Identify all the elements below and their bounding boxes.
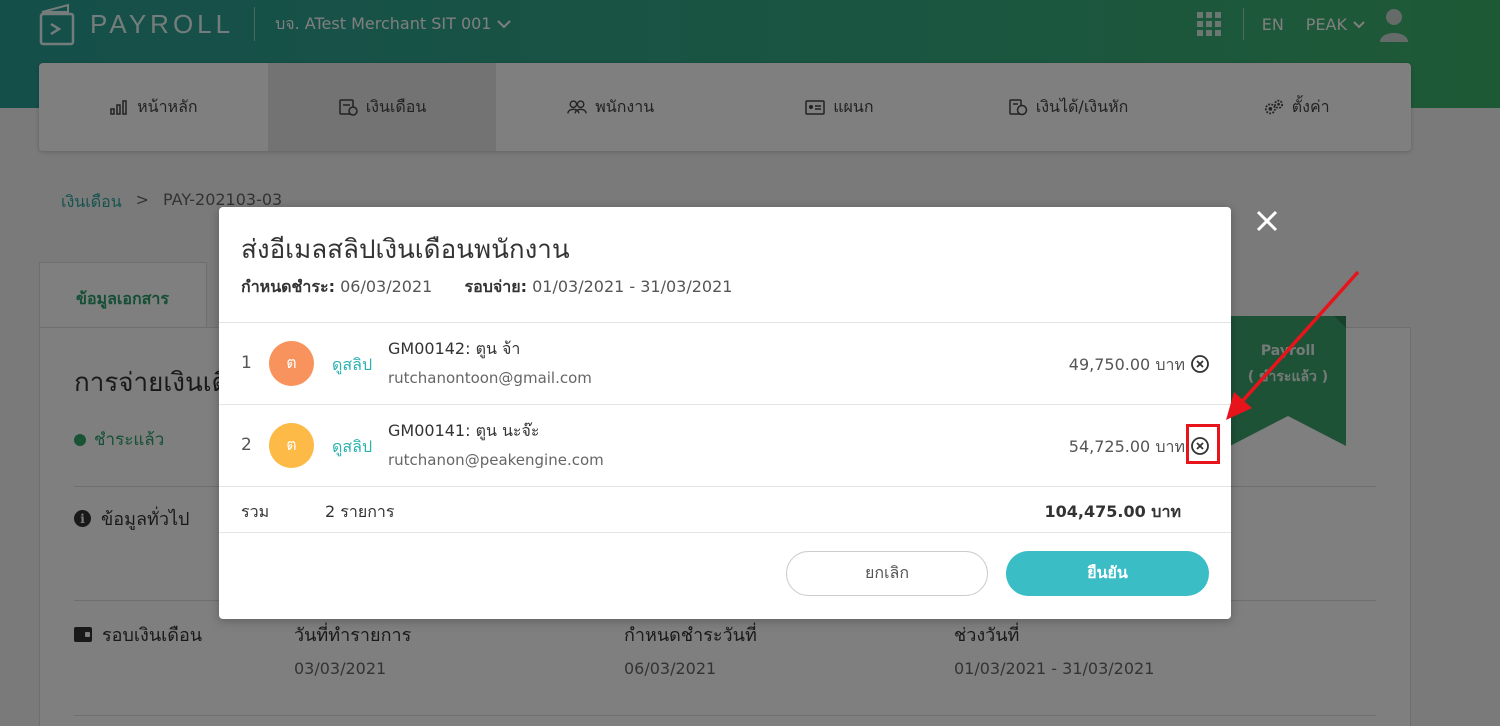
cycle-value: 01/03/2021 - 31/03/2021	[532, 277, 733, 296]
employee-email: rutchanontoon@gmail.com	[388, 369, 592, 387]
close-icon[interactable]	[1254, 208, 1280, 234]
view-slip-link[interactable]: ดูสลิป	[332, 435, 372, 460]
avatar: ต	[269, 341, 314, 386]
modal-title: ส่งอีเมลสลิปเงินเดือนพนักงาน	[241, 235, 570, 265]
divider	[219, 532, 1231, 533]
annotation-highlight-box	[1186, 424, 1220, 464]
employee-name: GM00141: ตูน นะจ๊ะ	[388, 421, 540, 440]
total-label: รวม	[241, 502, 270, 521]
annotation-arrow-icon	[1226, 270, 1360, 420]
table-row: 2 ต ดูสลิป GM00141: ตูน นะจ๊ะ rutchanon@…	[219, 405, 1231, 487]
row-number: 2	[241, 435, 252, 455]
view-slip-link[interactable]: ดูสลิป	[332, 353, 372, 378]
table-row: 1 ต ดูสลิป GM00142: ตูน จ้า rutchanontoo…	[219, 323, 1231, 405]
due-value: 06/03/2021	[340, 277, 433, 296]
amount: 49,750.00 บาท	[1068, 355, 1185, 374]
cycle-label: รอบจ่าย:	[464, 277, 527, 296]
send-payslip-email-modal: ส่งอีเมลสลิปเงินเดือนพนักงาน กำหนดชำระ: …	[219, 207, 1231, 619]
modal-subtitle: กำหนดชำระ: 06/03/2021 รอบจ่าย: 01/03/202…	[241, 275, 732, 300]
avatar: ต	[269, 423, 314, 468]
cancel-button[interactable]: ยกเลิก	[786, 551, 988, 596]
confirm-button[interactable]: ยืนยัน	[1006, 551, 1209, 596]
total-amount: 104,475.00 บาท	[1044, 502, 1181, 521]
row-number: 1	[241, 353, 252, 373]
total-count: 2 รายการ	[325, 502, 395, 521]
due-label: กำหนดชำระ:	[241, 277, 335, 296]
employee-email: rutchanon@peakengine.com	[388, 451, 604, 469]
remove-circle-icon[interactable]	[1189, 353, 1211, 375]
employee-name: GM00142: ตูน จ้า	[388, 339, 521, 358]
amount: 54,725.00 บาท	[1068, 437, 1185, 456]
divider	[219, 486, 1231, 487]
